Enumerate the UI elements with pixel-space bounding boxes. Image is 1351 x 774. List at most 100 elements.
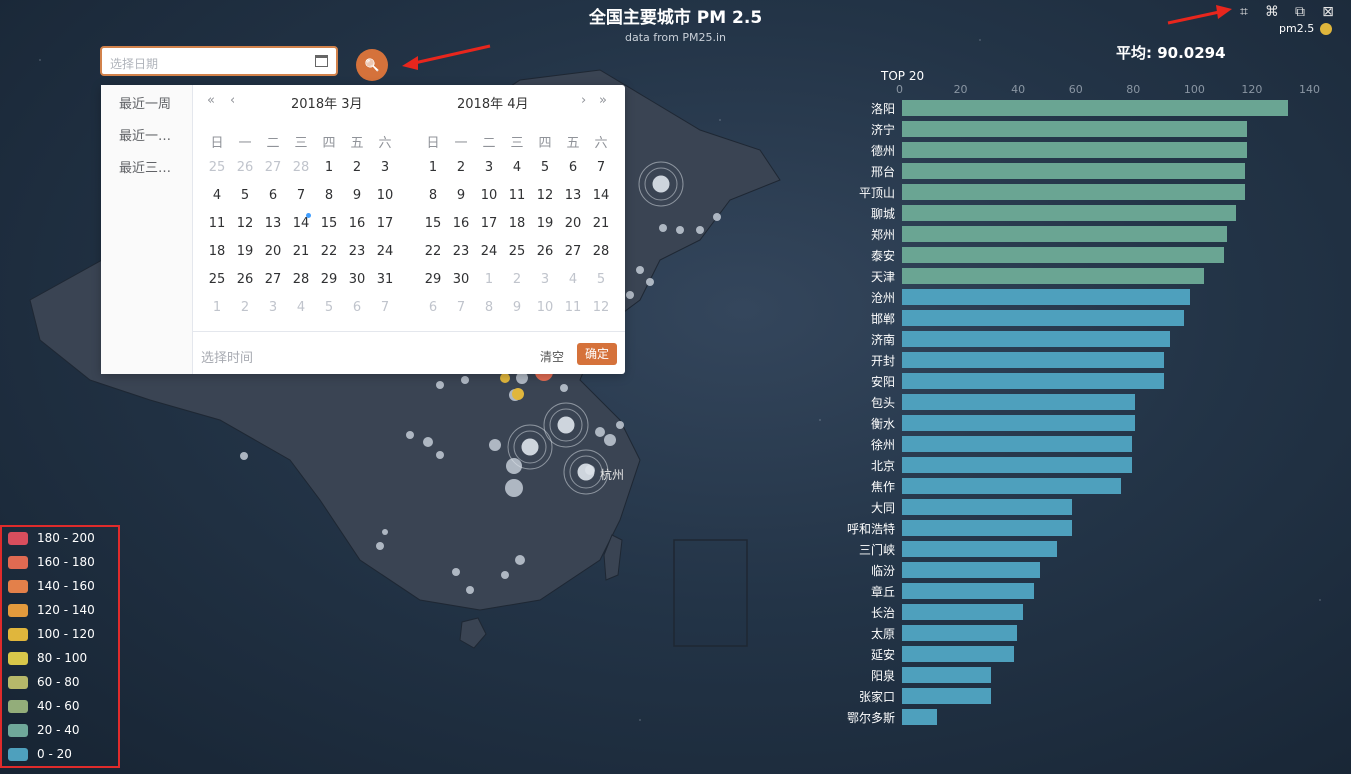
right-calendar-day[interactable]: 3 <box>475 160 503 175</box>
restore-icon[interactable]: ⧉ <box>1292 5 1308 19</box>
right-calendar-day[interactable]: 6 <box>559 160 587 175</box>
left-calendar-day[interactable]: 2 <box>231 300 259 315</box>
visual-map-item[interactable]: 40 - 60 <box>8 699 80 713</box>
city-point-high[interactable] <box>512 388 524 400</box>
city-point[interactable] <box>452 568 460 576</box>
right-calendar-day[interactable]: 12 <box>587 300 615 315</box>
city-point[interactable] <box>713 213 721 221</box>
bar[interactable] <box>902 142 1248 158</box>
city-point[interactable] <box>382 529 388 535</box>
right-calendar-day[interactable]: 11 <box>559 300 587 315</box>
right-calendar-day[interactable]: 1 <box>419 160 447 175</box>
shortcut-last-week[interactable]: 最近一周 <box>119 93 171 112</box>
right-calendar-day[interactable]: 5 <box>587 272 615 287</box>
bar[interactable] <box>902 478 1121 494</box>
left-calendar-day[interactable]: 4 <box>203 188 231 203</box>
right-calendar-day[interactable]: 14 <box>587 188 615 203</box>
right-calendar-day[interactable]: 5 <box>531 160 559 175</box>
left-calendar-day[interactable]: 29 <box>315 272 343 287</box>
right-calendar-day[interactable]: 15 <box>419 216 447 231</box>
right-calendar-day[interactable]: 19 <box>531 216 559 231</box>
time-input[interactable]: 选择时间 <box>201 347 253 366</box>
bar[interactable] <box>902 247 1225 263</box>
right-calendar-day[interactable]: 9 <box>503 300 531 315</box>
left-calendar-day[interactable]: 28 <box>287 160 315 175</box>
right-calendar-day[interactable]: 4 <box>559 272 587 287</box>
left-calendar-day[interactable]: 27 <box>259 160 287 175</box>
left-calendar-day[interactable]: 5 <box>231 188 259 203</box>
right-calendar-day[interactable]: 2 <box>503 272 531 287</box>
bar[interactable] <box>902 373 1164 389</box>
city-point[interactable] <box>461 376 469 384</box>
city-point[interactable] <box>436 381 444 389</box>
city-point[interactable] <box>636 266 644 274</box>
visual-map-item[interactable]: 160 - 180 <box>8 555 95 569</box>
left-calendar-day[interactable]: 12 <box>231 216 259 231</box>
city-point[interactable] <box>501 571 509 579</box>
city-point[interactable] <box>616 421 624 429</box>
search-button[interactable]: 🔍 <box>356 49 388 81</box>
bar[interactable] <box>902 625 1018 641</box>
bar[interactable] <box>902 520 1072 536</box>
left-calendar-day[interactable]: 17 <box>371 216 399 231</box>
right-calendar-day[interactable]: 12 <box>531 188 559 203</box>
right-calendar-day[interactable]: 23 <box>447 244 475 259</box>
prev-month-button[interactable]: ‹ <box>230 93 235 108</box>
left-calendar-day[interactable]: 25 <box>203 160 231 175</box>
bar[interactable] <box>902 289 1190 305</box>
visual-map-item[interactable]: 180 - 200 <box>8 531 95 545</box>
right-calendar-day[interactable]: 9 <box>447 188 475 203</box>
right-calendar-day[interactable]: 20 <box>559 216 587 231</box>
bar[interactable] <box>902 268 1205 284</box>
city-point[interactable] <box>604 434 616 446</box>
calendar-icon[interactable] <box>315 55 328 67</box>
city-point[interactable] <box>659 224 667 232</box>
zoom-select-icon[interactable]: ⌗ <box>1236 5 1252 19</box>
city-point[interactable] <box>436 451 444 459</box>
left-calendar-day[interactable]: 19 <box>231 244 259 259</box>
bar[interactable] <box>902 688 992 704</box>
bar[interactable] <box>902 646 1015 662</box>
left-calendar-day[interactable]: 30 <box>343 272 371 287</box>
left-calendar-day[interactable]: 15 <box>315 216 343 231</box>
right-calendar-day[interactable]: 29 <box>419 272 447 287</box>
bar[interactable] <box>902 100 1288 116</box>
left-calendar-day[interactable]: 6 <box>259 188 287 203</box>
clear-selection-icon[interactable]: ⊠ <box>1320 5 1336 19</box>
left-calendar-day[interactable]: 11 <box>203 216 231 231</box>
city-point[interactable] <box>626 291 634 299</box>
bar[interactable] <box>902 499 1072 515</box>
left-calendar-day[interactable]: 31 <box>371 272 399 287</box>
left-calendar-day[interactable]: 13 <box>259 216 287 231</box>
right-calendar-day[interactable]: 3 <box>531 272 559 287</box>
left-calendar-day[interactable]: 26 <box>231 272 259 287</box>
bar[interactable] <box>902 415 1136 431</box>
right-calendar-day[interactable]: 13 <box>559 188 587 203</box>
clear-button[interactable]: 清空 <box>540 348 564 365</box>
right-calendar-day[interactable]: 30 <box>447 272 475 287</box>
bar[interactable] <box>902 562 1041 578</box>
left-calendar-day[interactable]: 16 <box>343 216 371 231</box>
left-calendar-day[interactable]: 22 <box>315 244 343 259</box>
city-point[interactable] <box>423 437 433 447</box>
right-calendar-day[interactable]: 8 <box>475 300 503 315</box>
left-calendar-day[interactable]: 2 <box>343 160 371 175</box>
city-point[interactable] <box>240 452 248 460</box>
right-calendar-day[interactable]: 11 <box>503 188 531 203</box>
bar[interactable] <box>902 709 937 725</box>
right-calendar-day[interactable]: 10 <box>531 300 559 315</box>
city-point[interactable] <box>376 542 384 550</box>
date-input[interactable]: 选择日期 <box>100 46 338 76</box>
visual-map-item[interactable]: 0 - 20 <box>8 747 72 761</box>
left-calendar-day[interactable]: 8 <box>315 188 343 203</box>
city-point[interactable] <box>676 226 684 234</box>
right-calendar-day[interactable]: 25 <box>503 244 531 259</box>
right-calendar-day[interactable]: 6 <box>419 300 447 315</box>
city-point[interactable] <box>505 479 523 497</box>
bar[interactable] <box>902 604 1023 620</box>
right-calendar-day[interactable]: 4 <box>503 160 531 175</box>
visual-map-item[interactable]: 20 - 40 <box>8 723 80 737</box>
left-calendar-day[interactable]: 6 <box>343 300 371 315</box>
left-calendar-day[interactable]: 9 <box>343 188 371 203</box>
left-calendar-day[interactable]: 27 <box>259 272 287 287</box>
